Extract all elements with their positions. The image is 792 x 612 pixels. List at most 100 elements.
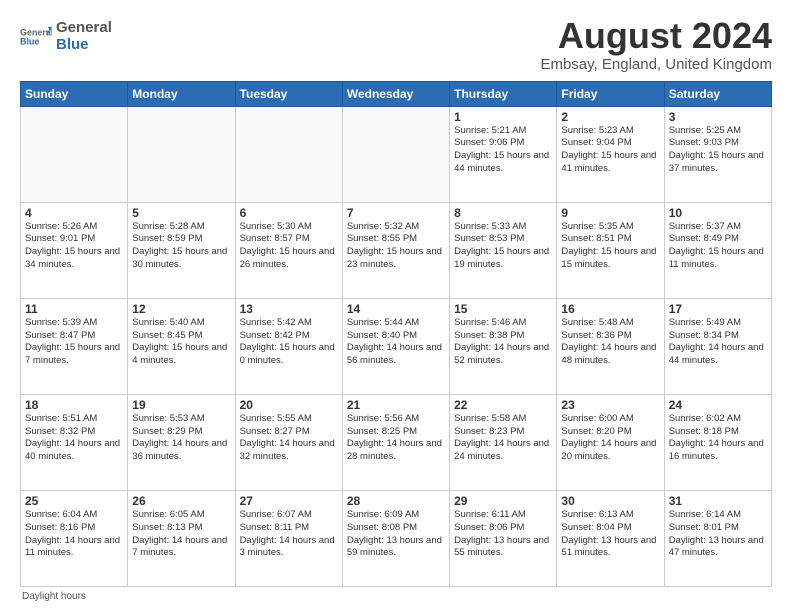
day-info: Sunrise: 6:00 AM Sunset: 8:20 PM Dayligh… (561, 413, 659, 464)
day-info: Sunrise: 6:04 AM Sunset: 8:16 PM Dayligh… (25, 509, 123, 560)
calendar-cell: 8Sunrise: 5:33 AM Sunset: 8:53 PM Daylig… (450, 202, 557, 298)
day-number: 19 (132, 398, 230, 412)
calendar-cell: 6Sunrise: 5:30 AM Sunset: 8:57 PM Daylig… (235, 202, 342, 298)
calendar-table: SundayMondayTuesdayWednesdayThursdayFrid… (20, 81, 772, 587)
day-info: Sunrise: 5:53 AM Sunset: 8:29 PM Dayligh… (132, 413, 230, 464)
day-info: Sunrise: 5:39 AM Sunset: 8:47 PM Dayligh… (25, 317, 123, 368)
day-number: 7 (347, 206, 445, 220)
day-number: 4 (25, 206, 123, 220)
calendar-cell: 20Sunrise: 5:55 AM Sunset: 8:27 PM Dayli… (235, 394, 342, 490)
day-number: 24 (669, 398, 767, 412)
day-number: 11 (25, 302, 123, 316)
day-number: 2 (561, 110, 659, 124)
calendar-cell: 11Sunrise: 5:39 AM Sunset: 8:47 PM Dayli… (21, 298, 128, 394)
footer-note: Daylight hours (20, 591, 772, 602)
day-number: 23 (561, 398, 659, 412)
day-info: Sunrise: 5:30 AM Sunset: 8:57 PM Dayligh… (240, 221, 338, 272)
day-info: Sunrise: 5:35 AM Sunset: 8:51 PM Dayligh… (561, 221, 659, 272)
day-number: 25 (25, 494, 123, 508)
calendar-cell: 22Sunrise: 5:58 AM Sunset: 8:23 PM Dayli… (450, 394, 557, 490)
calendar-cell: 18Sunrise: 5:51 AM Sunset: 8:32 PM Dayli… (21, 394, 128, 490)
day-number: 29 (454, 494, 552, 508)
day-info: Sunrise: 5:32 AM Sunset: 8:55 PM Dayligh… (347, 221, 445, 272)
calendar-cell: 10Sunrise: 5:37 AM Sunset: 8:49 PM Dayli… (664, 202, 771, 298)
day-number: 10 (669, 206, 767, 220)
logo-blue: Blue (56, 37, 112, 54)
footer-text: Daylight hours (22, 591, 86, 602)
calendar-cell: 12Sunrise: 5:40 AM Sunset: 8:45 PM Dayli… (128, 298, 235, 394)
day-number: 28 (347, 494, 445, 508)
day-number: 5 (132, 206, 230, 220)
calendar-cell: 14Sunrise: 5:44 AM Sunset: 8:40 PM Dayli… (342, 298, 449, 394)
day-info: Sunrise: 6:09 AM Sunset: 8:08 PM Dayligh… (347, 509, 445, 560)
logo-general: General (56, 20, 112, 37)
calendar-header-sunday: Sunday (21, 81, 128, 106)
logo: General Blue General Blue (20, 20, 112, 53)
day-info: Sunrise: 5:23 AM Sunset: 9:04 PM Dayligh… (561, 125, 659, 176)
day-number: 20 (240, 398, 338, 412)
day-info: Sunrise: 6:13 AM Sunset: 8:04 PM Dayligh… (561, 509, 659, 560)
header: General Blue General Blue August 2024 Em… (20, 16, 772, 73)
calendar-cell: 27Sunrise: 6:07 AM Sunset: 8:11 PM Dayli… (235, 490, 342, 586)
calendar-header-monday: Monday (128, 81, 235, 106)
day-info: Sunrise: 5:49 AM Sunset: 8:34 PM Dayligh… (669, 317, 767, 368)
calendar-cell: 29Sunrise: 6:11 AM Sunset: 8:06 PM Dayli… (450, 490, 557, 586)
calendar-cell: 1Sunrise: 5:21 AM Sunset: 9:06 PM Daylig… (450, 106, 557, 202)
calendar-week-2: 4Sunrise: 5:26 AM Sunset: 9:01 PM Daylig… (21, 202, 772, 298)
calendar-week-3: 11Sunrise: 5:39 AM Sunset: 8:47 PM Dayli… (21, 298, 772, 394)
day-info: Sunrise: 5:44 AM Sunset: 8:40 PM Dayligh… (347, 317, 445, 368)
day-info: Sunrise: 5:46 AM Sunset: 8:38 PM Dayligh… (454, 317, 552, 368)
calendar-header-wednesday: Wednesday (342, 81, 449, 106)
calendar-cell: 13Sunrise: 5:42 AM Sunset: 8:42 PM Dayli… (235, 298, 342, 394)
calendar-cell: 16Sunrise: 5:48 AM Sunset: 8:36 PM Dayli… (557, 298, 664, 394)
calendar-cell: 2Sunrise: 5:23 AM Sunset: 9:04 PM Daylig… (557, 106, 664, 202)
day-number: 21 (347, 398, 445, 412)
day-info: Sunrise: 6:11 AM Sunset: 8:06 PM Dayligh… (454, 509, 552, 560)
day-info: Sunrise: 5:48 AM Sunset: 8:36 PM Dayligh… (561, 317, 659, 368)
calendar-cell: 23Sunrise: 6:00 AM Sunset: 8:20 PM Dayli… (557, 394, 664, 490)
calendar-cell (128, 106, 235, 202)
day-info: Sunrise: 6:14 AM Sunset: 8:01 PM Dayligh… (669, 509, 767, 560)
day-number: 8 (454, 206, 552, 220)
day-number: 6 (240, 206, 338, 220)
calendar-cell: 19Sunrise: 5:53 AM Sunset: 8:29 PM Dayli… (128, 394, 235, 490)
calendar-cell: 5Sunrise: 5:28 AM Sunset: 8:59 PM Daylig… (128, 202, 235, 298)
day-number: 18 (25, 398, 123, 412)
day-number: 26 (132, 494, 230, 508)
page: General Blue General Blue August 2024 Em… (0, 0, 792, 612)
calendar-cell: 17Sunrise: 5:49 AM Sunset: 8:34 PM Dayli… (664, 298, 771, 394)
day-info: Sunrise: 5:42 AM Sunset: 8:42 PM Dayligh… (240, 317, 338, 368)
calendar-header-friday: Friday (557, 81, 664, 106)
day-info: Sunrise: 6:05 AM Sunset: 8:13 PM Dayligh… (132, 509, 230, 560)
calendar-cell: 31Sunrise: 6:14 AM Sunset: 8:01 PM Dayli… (664, 490, 771, 586)
day-number: 17 (669, 302, 767, 316)
calendar-cell: 25Sunrise: 6:04 AM Sunset: 8:16 PM Dayli… (21, 490, 128, 586)
day-number: 22 (454, 398, 552, 412)
calendar-cell: 26Sunrise: 6:05 AM Sunset: 8:13 PM Dayli… (128, 490, 235, 586)
calendar-header-tuesday: Tuesday (235, 81, 342, 106)
day-info: Sunrise: 5:28 AM Sunset: 8:59 PM Dayligh… (132, 221, 230, 272)
day-info: Sunrise: 5:21 AM Sunset: 9:06 PM Dayligh… (454, 125, 552, 176)
calendar-cell: 15Sunrise: 5:46 AM Sunset: 8:38 PM Dayli… (450, 298, 557, 394)
main-title: August 2024 (540, 16, 772, 56)
calendar-header-saturday: Saturday (664, 81, 771, 106)
svg-text:Blue: Blue (20, 36, 39, 46)
day-info: Sunrise: 5:55 AM Sunset: 8:27 PM Dayligh… (240, 413, 338, 464)
day-number: 27 (240, 494, 338, 508)
day-number: 15 (454, 302, 552, 316)
calendar-cell: 21Sunrise: 5:56 AM Sunset: 8:25 PM Dayli… (342, 394, 449, 490)
calendar-cell (235, 106, 342, 202)
title-block: August 2024 Embsay, England, United King… (540, 16, 772, 73)
day-info: Sunrise: 5:37 AM Sunset: 8:49 PM Dayligh… (669, 221, 767, 272)
day-number: 14 (347, 302, 445, 316)
day-number: 1 (454, 110, 552, 124)
day-number: 30 (561, 494, 659, 508)
calendar-week-5: 25Sunrise: 6:04 AM Sunset: 8:16 PM Dayli… (21, 490, 772, 586)
calendar-cell: 24Sunrise: 6:02 AM Sunset: 8:18 PM Dayli… (664, 394, 771, 490)
calendar-cell: 7Sunrise: 5:32 AM Sunset: 8:55 PM Daylig… (342, 202, 449, 298)
day-number: 12 (132, 302, 230, 316)
day-info: Sunrise: 6:02 AM Sunset: 8:18 PM Dayligh… (669, 413, 767, 464)
day-info: Sunrise: 5:33 AM Sunset: 8:53 PM Dayligh… (454, 221, 552, 272)
calendar-header-thursday: Thursday (450, 81, 557, 106)
calendar-cell: 3Sunrise: 5:25 AM Sunset: 9:03 PM Daylig… (664, 106, 771, 202)
